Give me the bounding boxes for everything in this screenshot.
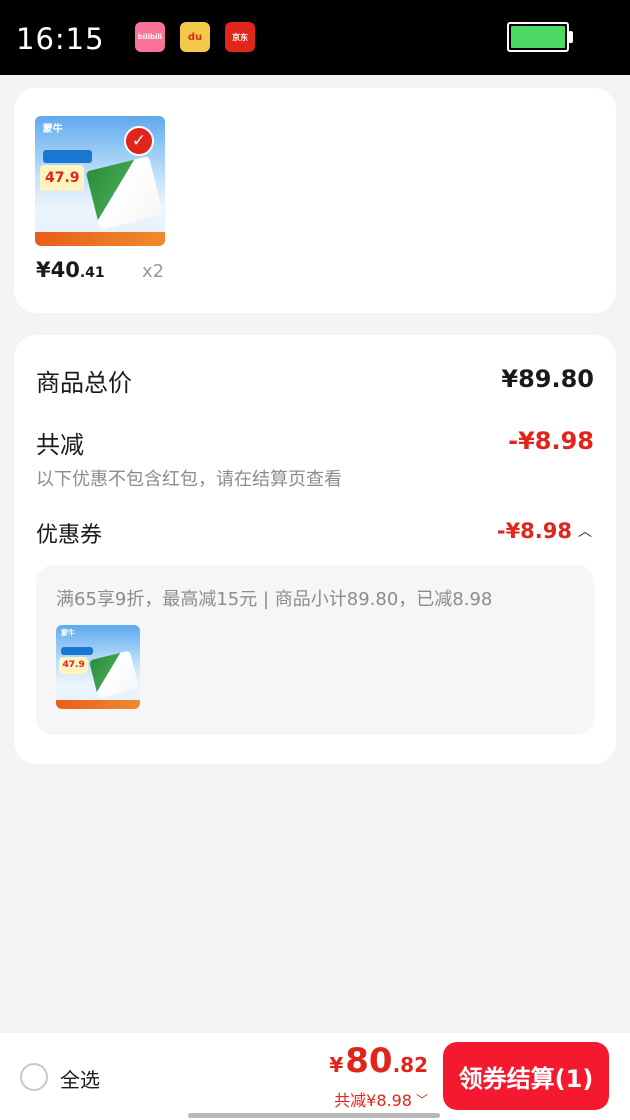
status-time: 16:15 [16, 22, 105, 56]
selected-check-icon[interactable]: ✓ [124, 126, 154, 156]
final-price-symbol: ¥ [329, 1053, 344, 1077]
coupon-product-image[interactable]: 蒙牛 47.9 [56, 625, 140, 709]
item-price: ¥40.41 [36, 258, 105, 282]
coupon-label[interactable]: 优惠券 [36, 517, 102, 549]
price-summary-card: 商品总价 ¥89.80 共减 -¥8.98 以下优惠不包含红包，请在结算页查看 … [14, 335, 616, 764]
select-all-label[interactable]: 全选 [60, 1064, 100, 1093]
battery-fill [511, 26, 565, 48]
final-price: ¥ 80 .82 [329, 1041, 428, 1081]
jd-icon: 京东 [225, 22, 255, 52]
home-indicator[interactable] [188, 1113, 440, 1118]
final-price-int: 80 [345, 1041, 393, 1081]
item-quantity: x2 [142, 261, 165, 282]
total-label: 商品总价 [36, 369, 132, 397]
coupon-detail-panel: 满65享9折，最高减15元 | 商品小计89.80，已减8.98 蒙牛 47.9 [36, 565, 594, 735]
du-icon: du [180, 22, 210, 52]
coupon-image-brand: 蒙牛 [61, 628, 76, 637]
du-icon-label: du [187, 31, 203, 43]
coupon-value: -¥8.98 [496, 519, 572, 543]
chevron-down-icon[interactable]: ﹀ [416, 1091, 428, 1108]
battery-tip [569, 31, 573, 43]
coupon-detail-text: 满65享9折，最高减15元 | 商品小计89.80，已减8.98 [56, 589, 493, 610]
checkout-bar: 全选 ¥ 80 .82 共减¥8.98 ﹀ 领券结算(1) [0, 1033, 630, 1120]
coupon-image-tag [61, 646, 93, 656]
item-price-symbol: ¥ [36, 258, 51, 282]
discount-label: 共减 [36, 431, 84, 459]
item-price-dec: .41 [79, 265, 105, 281]
select-all-radio[interactable] [20, 1063, 48, 1091]
total-value: ¥89.80 [501, 365, 594, 393]
saved-toggle[interactable]: 共减¥8.98 ﹀ [334, 1087, 428, 1111]
milk-pack-graphic [85, 155, 164, 230]
jd-icon-label: 京东 [232, 32, 248, 42]
product-card: 蒙牛 47.9 ✓ ¥40.41 x2 [14, 88, 616, 313]
discount-hint: 以下优惠不包含红包，请在结算页查看 [36, 469, 342, 490]
coupon-toggle[interactable]: -¥8.98 ︿ [497, 519, 592, 543]
chevron-up-icon[interactable]: ︿ [578, 521, 592, 541]
item-price-int: 40 [50, 258, 80, 282]
product-image-price-badge: 47.9 [40, 165, 85, 192]
saved-label: 共减¥8.98 [334, 1091, 412, 1110]
status-bar: 16:15 bilibili du 京东 [0, 0, 630, 75]
bilibili-icon-label: bilibili [137, 33, 163, 41]
product-image-strip [35, 231, 165, 246]
coupon-image-price-badge: 47.9 [59, 656, 88, 674]
bilibili-icon: bilibili [135, 22, 165, 52]
checkout-button[interactable]: 领券结算(1) [443, 1042, 609, 1110]
product-image-brand: 蒙牛 [42, 123, 63, 135]
final-price-dec: .82 [392, 1053, 428, 1077]
milk-pack-graphic [88, 650, 140, 699]
discount-value: -¥8.98 [508, 427, 594, 455]
battery-icon [507, 22, 569, 52]
coupon-image-strip [56, 699, 140, 709]
product-image-tag [42, 149, 93, 163]
